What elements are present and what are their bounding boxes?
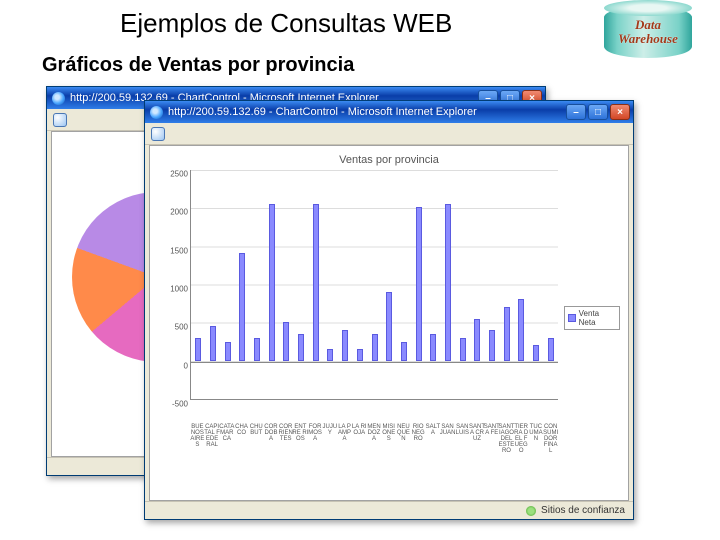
slide-subtitle: Gráficos de Ventas por provincia (42, 54, 354, 77)
data-warehouse-badge: Data Warehouse (604, 6, 692, 58)
y-tick: 2000 (170, 208, 188, 217)
bar (298, 334, 304, 361)
x-tick-label: CONSUMIDOR FINAL (543, 424, 559, 454)
y-tick: 2500 (170, 170, 188, 179)
y-tick: 0 (184, 361, 188, 370)
x-tick-label: SAN LUIS (454, 424, 470, 436)
bar (327, 349, 333, 361)
close-button[interactable]: × (610, 104, 630, 120)
x-tick-label: SALTA (425, 424, 441, 436)
x-tick-label: JUJUY (322, 424, 338, 436)
legend-swatch (568, 314, 576, 322)
ie-icon (52, 92, 65, 105)
x-tick-label: NEUQUEN (395, 424, 411, 442)
bar (430, 334, 436, 361)
y-tick: 500 (175, 323, 188, 332)
x-tick-label: CORDOBA (263, 424, 279, 442)
x-tick-label: TIERRA DEL FUEGO (513, 424, 529, 454)
y-tick: 1500 (170, 246, 188, 255)
bar (225, 342, 231, 361)
content-front: Ventas por provincia -500 0 500 1000 1500 200… (149, 145, 629, 501)
x-tick-label: SANTA CRUZ (469, 424, 485, 442)
bar (357, 349, 363, 361)
statusbar-front: Sitios de confianza (145, 501, 633, 519)
x-tick-label: SANTA FE (484, 424, 500, 436)
x-tick-label: SANTIAGO DEL ESTERO (498, 424, 514, 454)
x-tick-label: RIO NEGRO (410, 424, 426, 442)
bar (283, 322, 289, 360)
plot-area (190, 170, 558, 400)
x-tick-label: LA PAMPA (337, 424, 353, 442)
y-tick: -500 (172, 400, 188, 409)
bar (474, 319, 480, 361)
toolbar-front (145, 123, 633, 145)
badge-line1: Data (635, 18, 661, 32)
x-tick-label: CHUBUT (248, 424, 264, 436)
maximize-button[interactable]: □ (588, 104, 608, 120)
bar (518, 299, 524, 360)
bar (269, 204, 275, 361)
x-tick-label: ENTRE RIOS (292, 424, 308, 442)
bar (533, 345, 539, 360)
x-tick-label: MENDOZA (366, 424, 382, 442)
bar (210, 326, 216, 361)
legend-label: Venta Neta (579, 309, 616, 327)
trusted-sites-icon (526, 506, 536, 516)
x-tick-label: CAPITAL FEDERAL (204, 424, 220, 448)
x-tick-label: TUCUMAN (528, 424, 544, 442)
bar (504, 307, 510, 361)
x-tick-label: CATAMARCA (219, 424, 235, 442)
bar (313, 204, 319, 361)
toolbar-icon[interactable] (151, 127, 165, 141)
titlebar-front: http://200.59.132.69 - ChartControl - Mi… (145, 101, 633, 123)
bar (372, 334, 378, 361)
bar-chart: Ventas por provincia -500 0 500 1000 1500 200… (156, 152, 622, 494)
x-tick-label: MISIONES (381, 424, 397, 442)
chart-title: Ventas por provincia (156, 154, 622, 166)
bar (416, 207, 422, 360)
bar (342, 330, 348, 361)
x-tick-label: SAN JUAN (440, 424, 456, 436)
bar (239, 253, 245, 360)
status-text: Sitios de confianza (541, 505, 625, 516)
x-tick-label: BUENOS AIRES (189, 424, 205, 448)
x-tick-label: CORRIENTES (278, 424, 294, 442)
x-tick-label: CHACO (234, 424, 250, 436)
x-tick-label: FORMOSA (307, 424, 323, 442)
bar (548, 338, 554, 361)
bar (445, 204, 451, 361)
bar (386, 292, 392, 361)
x-axis-labels: BUENOS AIRESCAPITAL FEDERALCATAMARCACHAC… (190, 424, 558, 494)
minimize-button[interactable]: – (566, 104, 586, 120)
x-tick-label: LA RIOJA (351, 424, 367, 436)
bar (195, 338, 201, 361)
bar (460, 338, 466, 361)
toolbar-icon[interactable] (53, 113, 67, 127)
slide-title: Ejemplos de Consultas WEB (120, 8, 452, 39)
zero-line (191, 362, 558, 363)
ie-icon (150, 106, 163, 119)
y-tick: 1000 (170, 285, 188, 294)
badge-label: Data Warehouse (604, 6, 692, 58)
browser-window-front: http://200.59.132.69 - ChartControl - Mi… (144, 100, 634, 520)
y-axis: -50005001000150020002500 (156, 170, 190, 400)
bar (254, 338, 260, 361)
badge-line2: Warehouse (618, 32, 678, 46)
bar (401, 342, 407, 361)
chart-legend: Venta Neta (564, 306, 620, 330)
window-title-front: http://200.59.132.69 - ChartControl - Mi… (168, 106, 561, 118)
bar (489, 330, 495, 361)
